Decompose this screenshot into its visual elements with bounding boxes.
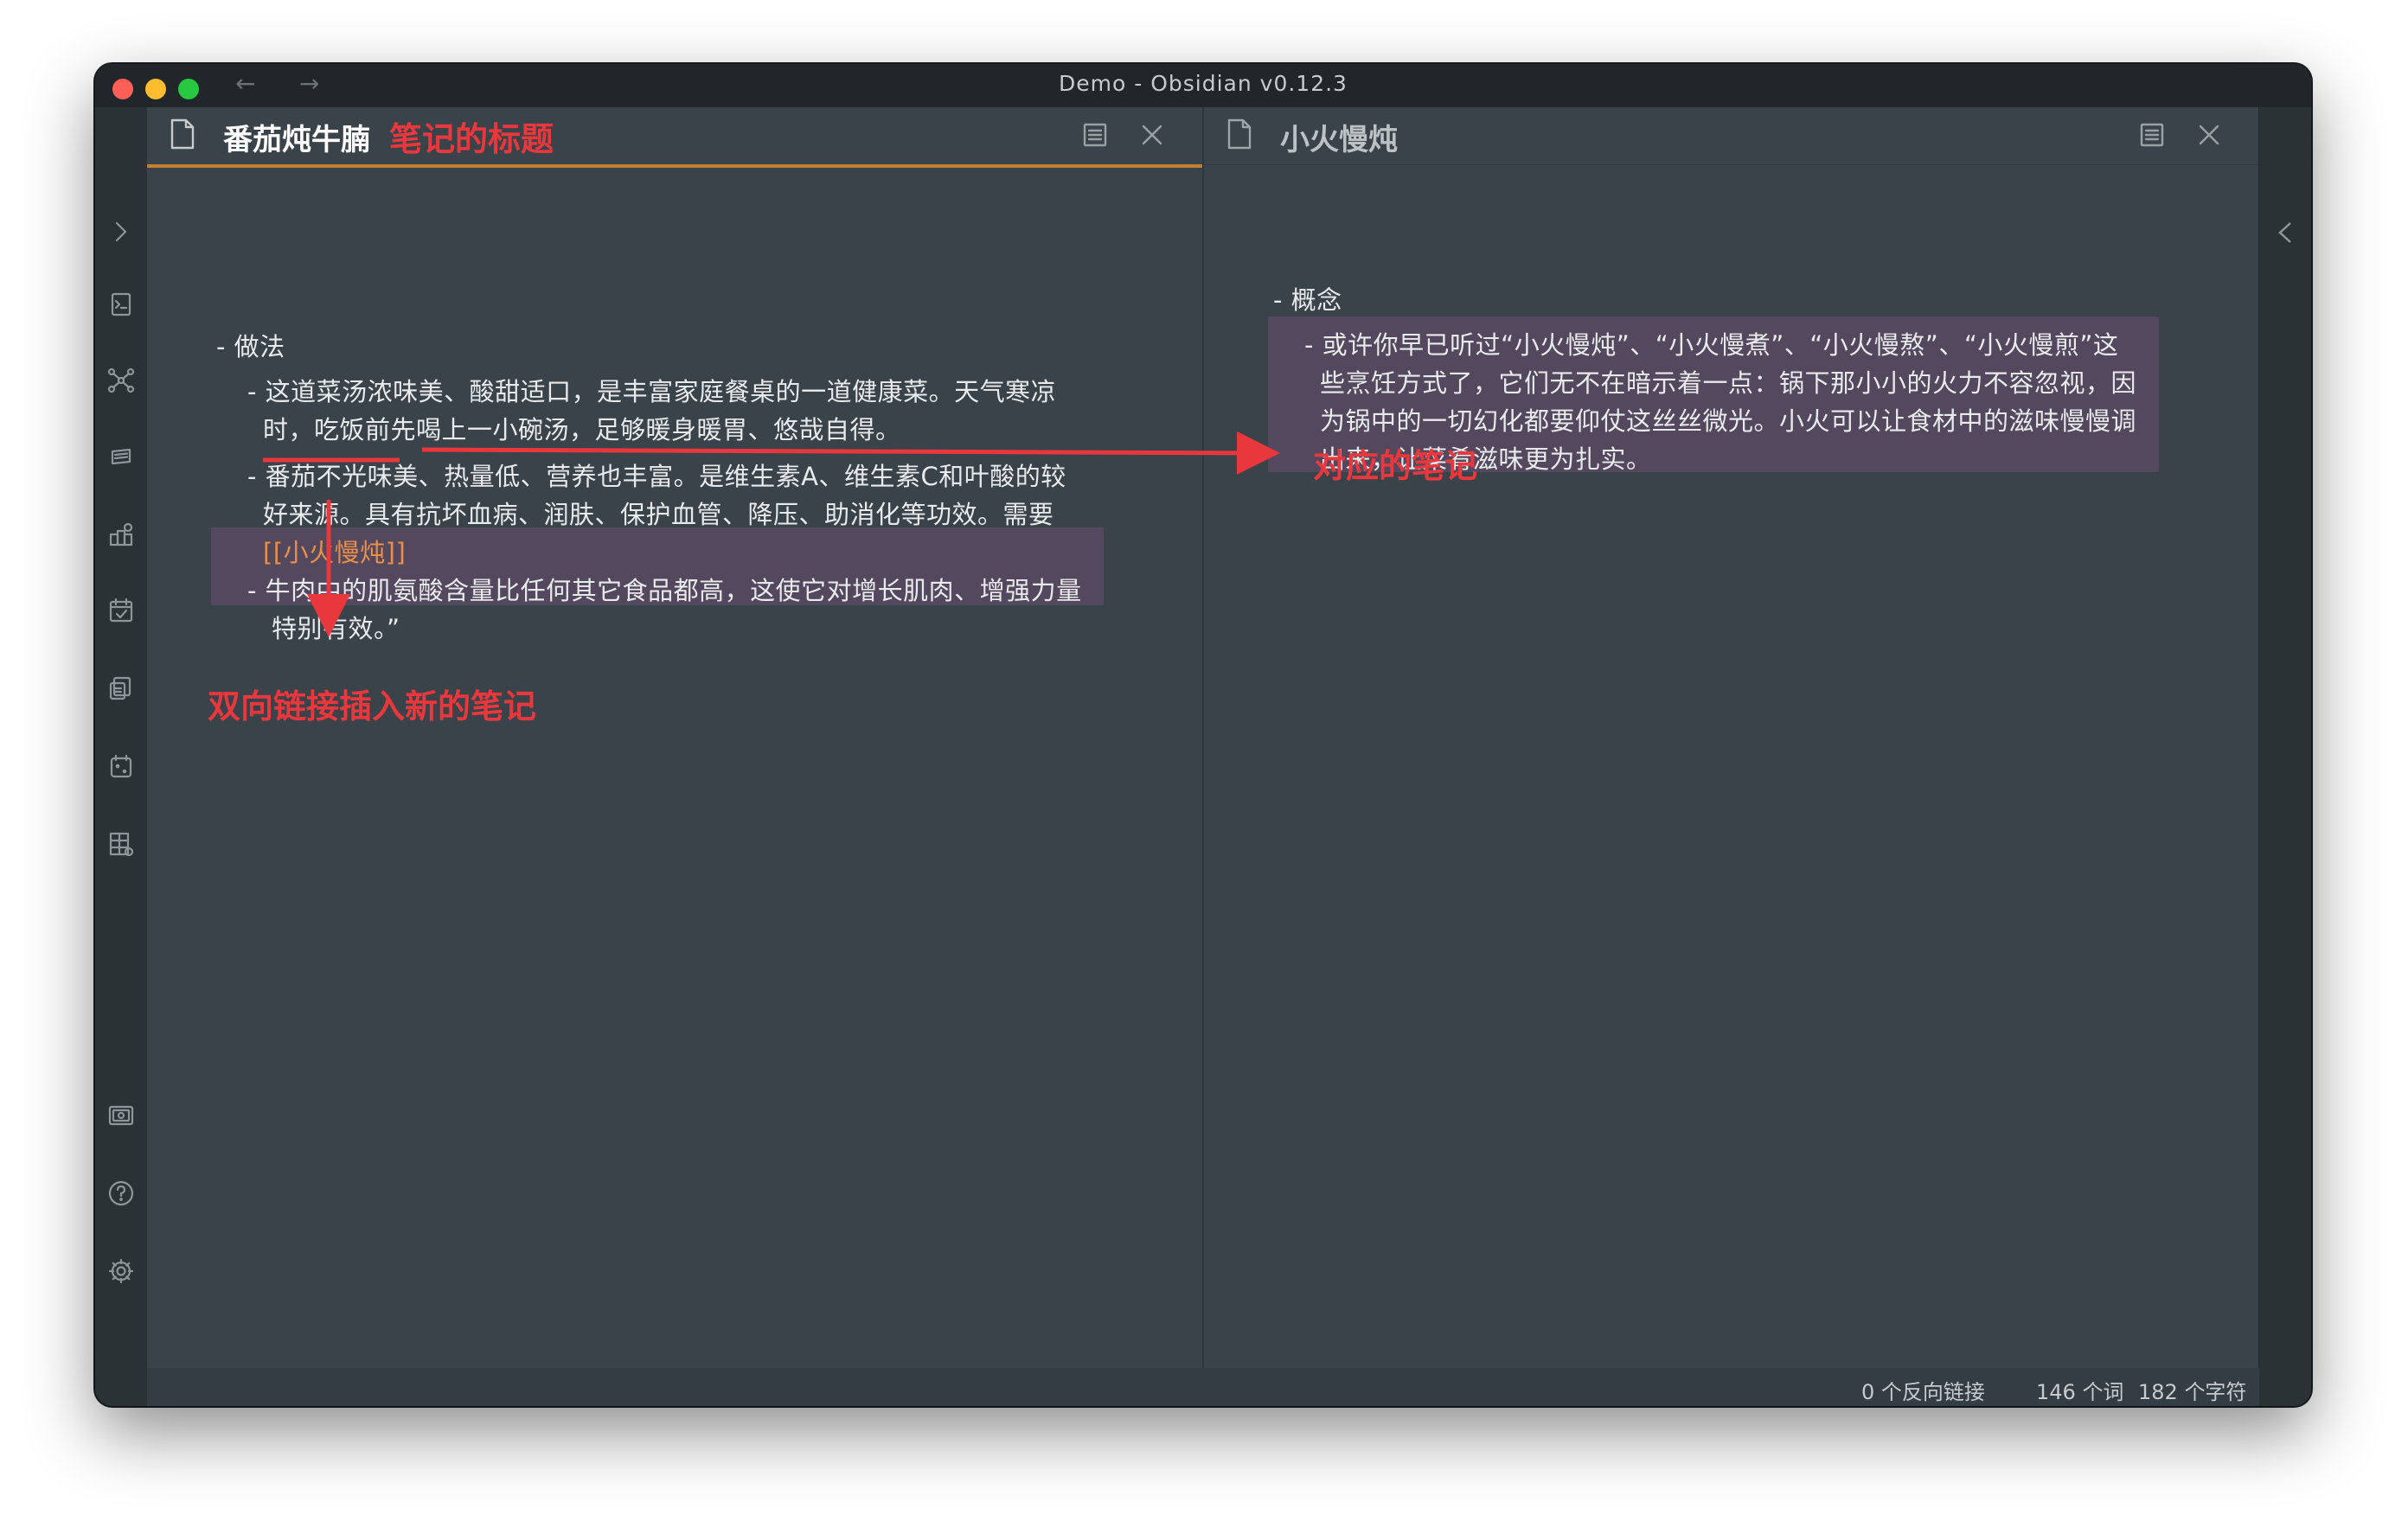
list-item: - 这道菜汤浓味美、酸甜适口，是丰富家庭餐桌的一道健康菜。天气寒凉 (247, 377, 1057, 406)
slides-button[interactable] (104, 439, 138, 474)
daily-note-icon (109, 598, 133, 623)
left-ribbon (95, 107, 148, 1406)
list-item-continuation: 些烹饪方式了，它们无不在暗示着一点：锅下那小小的火力不容忽视，因 (1320, 368, 2137, 398)
bullet-heading: - 做法 (216, 332, 285, 361)
templates-button[interactable] (104, 671, 138, 706)
note-title[interactable]: 番茄炖牛腩 (223, 116, 370, 158)
title-bar: ← → Demo - Obsidian v0.12.3 (95, 64, 2311, 107)
right-editor-pane: 小火慢炖 - 概念 - 或许你早已听过“小火慢炖”、“小火慢煮”、“小火慢熬”、… (1204, 107, 2269, 1368)
bullet-heading: - 概念 (1273, 285, 1342, 315)
annotation-bidirectional-link: 双向链接插入新的笔记 (208, 687, 537, 725)
internal-link[interactable]: [[小火慢炖]] (263, 533, 406, 569)
window-title: Demo - Obsidian v0.12.3 (1059, 71, 1348, 96)
close-pane-button[interactable] (1137, 119, 1168, 150)
document-icon (170, 118, 195, 150)
document-icon (1226, 118, 1252, 150)
reading-view-button[interactable] (2136, 119, 2168, 150)
close-icon (2199, 125, 2219, 145)
reading-view-icon (1083, 123, 1107, 147)
right-pane-header: 小火慢炖 (1204, 107, 2269, 165)
annotation-title-note: 笔记的标题 (389, 120, 554, 158)
character-count: 182 个字符 (2138, 1380, 2247, 1404)
list-item-continuation: 好来源。具有抗坏血病、润肤、保护血管、降压、助消化等功效。需要 (263, 500, 1054, 529)
quick-switcher-button[interactable] (104, 287, 138, 322)
sync-button[interactable] (104, 517, 138, 552)
graph-view-button[interactable] (104, 363, 138, 398)
word-count: 146 个词 (2036, 1380, 2124, 1404)
close-icon (1142, 125, 1162, 145)
left-pane-header: 番茄炖牛腩 (147, 107, 1212, 168)
left-editor-content[interactable]: - 做法 - 这道菜汤浓味美、酸甜适口，是丰富家庭餐桌的一道健康菜。天气寒凉 时… (147, 168, 1202, 1368)
sync-icon (109, 522, 133, 546)
list-item: - 番茄不光味美、热量低、营养也丰富。是维生素A、维生素C和叶酸的较 (247, 462, 1066, 491)
workspaces-button[interactable] (104, 827, 138, 861)
settings-button[interactable] (104, 1254, 138, 1288)
chevron-right-icon (115, 221, 127, 242)
workspaces-icon (109, 832, 134, 857)
templates-icon (109, 676, 131, 700)
graph-view-icon (107, 368, 135, 393)
status-bar: 0 个反向链接 146 个词 182 个字符 (147, 1368, 2259, 1406)
random-note-icon (110, 754, 132, 778)
right-editor-content[interactable]: - 概念 - 或许你早已听过“小火慢炖”、“小火慢煮”、“小火慢熬”、“小火慢煎… (1204, 168, 2259, 1368)
left-editor-pane: 番茄炖牛腩 - 做法 - 这道菜汤浓味美、酸甜适口，是丰富家庭餐桌的一道健康菜。… (147, 107, 1212, 1368)
chevron-left-icon[interactable] (2273, 220, 2297, 246)
settings-icon (108, 1258, 134, 1284)
list-item-continuation: 为锅中的一切幻化都要仰仗这丝丝微光。小火可以让食材中的滋味慢慢调 (1320, 406, 2137, 436)
vault-icon (108, 1105, 134, 1126)
obsidian-window: ← → Demo - Obsidian v0.12.3 番茄炖牛腩 - 做法 -… (95, 64, 2311, 1406)
random-note-button[interactable] (104, 749, 138, 783)
list-item: - 牛肉中的肌氨酸含量比任何其它食品都高，这使它对增长肌肉、增强力量 (247, 576, 1082, 605)
help-icon (108, 1180, 134, 1206)
open-vault-button[interactable] (104, 1098, 138, 1133)
daily-note-button[interactable] (104, 593, 138, 628)
close-pane-button[interactable] (2193, 119, 2225, 150)
right-ribbon (2258, 107, 2311, 1406)
annotation-linked-note: 对应的笔记 (1313, 447, 1478, 485)
list-item-continuation: 时，吃饭前先喝上一小碗汤，足够暖身暖胃、悠哉自得。 (263, 415, 901, 444)
slides-icon (111, 448, 131, 465)
open-quick-switcher-icon (111, 292, 131, 316)
reading-view-icon (2140, 123, 2164, 147)
backlinks-count[interactable]: 0 个反向链接 (1861, 1375, 1985, 1405)
note-title[interactable]: 小火慢炖 (1280, 116, 1398, 158)
help-button[interactable] (104, 1176, 138, 1211)
reading-view-button[interactable] (1079, 119, 1111, 150)
list-item: - 或许你早已听过“小火慢炖”、“小火慢煮”、“小火慢熬”、“小火慢煎”这 (1304, 330, 2119, 360)
expand-sidebar-button[interactable] (104, 214, 138, 249)
list-item-continuation: 特别有效。” (272, 614, 400, 643)
